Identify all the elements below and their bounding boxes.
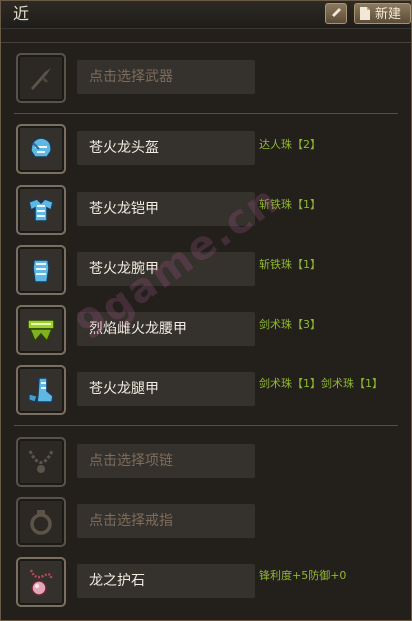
armor-divider	[14, 425, 398, 426]
necklace-slot-icon-box[interactable]	[16, 437, 66, 487]
panel-title: 近	[13, 4, 30, 23]
gauntlet-icon	[32, 259, 50, 283]
document-icon	[360, 7, 370, 20]
charm-icon	[29, 569, 53, 596]
chest-slot-button[interactable]: 苍火龙铠甲	[77, 192, 255, 226]
waist-slot-icon-box[interactable]	[16, 305, 66, 355]
arms-slot-icon-box[interactable]	[16, 245, 66, 295]
arms-slot-button[interactable]: 苍火龙腕甲	[77, 252, 255, 286]
chest-armor-icon	[28, 198, 54, 222]
waist-armor-icon	[27, 319, 55, 343]
helmet-icon	[30, 137, 52, 158]
helmet-slot-button[interactable]: 苍火龙头盔	[77, 131, 255, 165]
legs-slot-icon-box[interactable]	[16, 365, 66, 415]
necklace-icon	[28, 450, 54, 473]
title-bar: 近 新建	[1, 1, 411, 29]
ring-icon	[30, 510, 52, 535]
weapon-icon	[31, 68, 51, 90]
necklace-slot-button[interactable]: 点击选择项链	[77, 444, 255, 478]
header-divider	[1, 42, 411, 43]
charm-slot-button[interactable]: 龙之护石	[77, 564, 255, 598]
charm-skills: 锋利度+5防御+0	[259, 569, 347, 582]
waist-slot-button[interactable]: 烈焰雌火龙腰甲	[77, 312, 255, 346]
waist-decoration: 剑术珠【3】	[259, 318, 321, 331]
ring-slot-button[interactable]: 点击选择戒指	[77, 504, 255, 538]
weapon-slot-icon-box[interactable]	[16, 53, 66, 103]
helmet-decoration: 达人珠【2】	[259, 138, 321, 151]
arms-decoration: 斩铁珠【1】	[259, 258, 321, 271]
chest-decoration: 斩铁珠【1】	[259, 198, 321, 211]
pencil-icon	[331, 8, 341, 19]
charm-slot-icon-box[interactable]	[16, 557, 66, 607]
ring-slot-icon-box[interactable]	[16, 497, 66, 547]
edit-button[interactable]	[325, 3, 347, 24]
new-button-label: 新建	[375, 7, 402, 22]
weapon-divider	[14, 113, 398, 114]
chest-slot-icon-box[interactable]	[16, 185, 66, 235]
legs-slot-button[interactable]: 苍火龙腿甲	[77, 372, 255, 406]
helmet-slot-icon-box[interactable]	[16, 124, 66, 174]
weapon-slot-button[interactable]: 点击选择武器	[77, 60, 255, 94]
new-button[interactable]: 新建	[354, 3, 411, 24]
leg-armor-icon	[28, 377, 54, 403]
legs-decoration: 剑术珠【1】剑术珠【1】	[259, 377, 383, 390]
